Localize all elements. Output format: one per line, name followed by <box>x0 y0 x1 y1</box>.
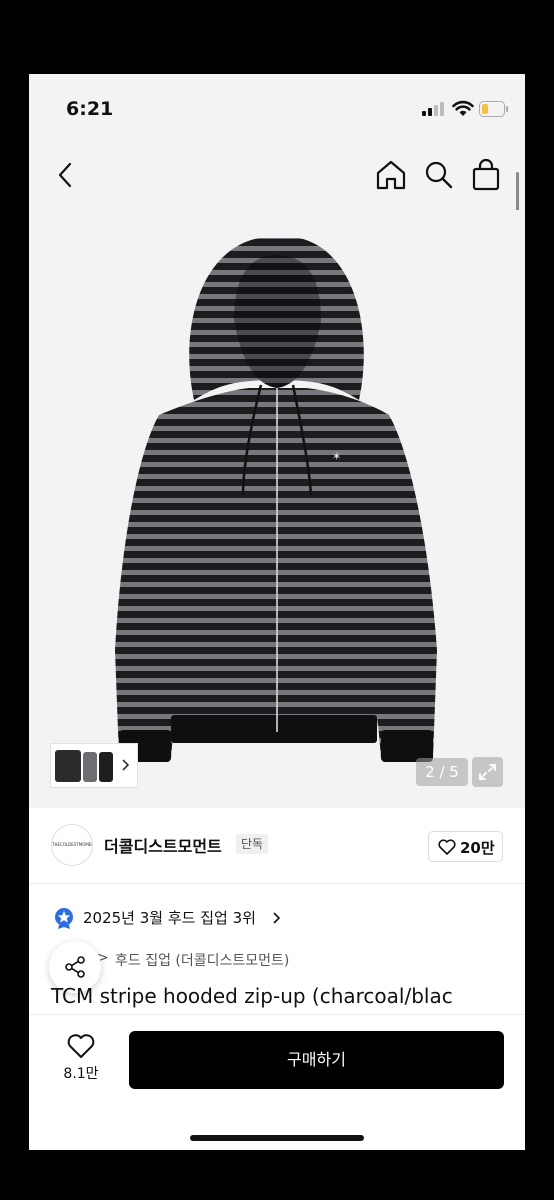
product-title: TCM stripe hooded zip-up (charcoal/blac <box>51 984 453 1008</box>
product-image[interactable]: ✶ 2 / 5 <box>29 210 525 808</box>
heart-icon <box>67 1034 95 1058</box>
search-icon[interactable] <box>424 159 454 191</box>
exclusive-badge: 단독 <box>236 834 269 854</box>
category-breadcrumb[interactable]: 후드 집업 (더콜디스트모먼트) <box>115 950 289 970</box>
heart-icon <box>438 839 456 855</box>
image-counter: 2 / 5 <box>416 758 468 786</box>
top-nav-bar <box>29 144 525 210</box>
cellular-signal-icon <box>422 102 444 116</box>
svg-text:✶: ✶ <box>332 450 341 463</box>
bottom-action-bar: 8.1만 구매하기 <box>29 1014 525 1150</box>
ranking-text: 2025년 3월 후드 집업 3위 <box>83 909 256 927</box>
brand-name[interactable]: 더콜디스트모먼트 <box>104 833 222 857</box>
share-icon <box>65 956 85 978</box>
wifi-icon <box>452 100 474 116</box>
expand-button[interactable] <box>472 757 503 787</box>
brand-logo[interactable]: THECOLDESTMOMENT <box>51 824 93 866</box>
divider <box>29 883 525 884</box>
status-time: 6:21 <box>66 98 114 120</box>
brand-row[interactable]: THECOLDESTMOMENT 더콜디스트모먼트 단독 20만 <box>29 808 525 883</box>
thumbnail-strip[interactable] <box>50 743 138 788</box>
home-icon[interactable] <box>375 159 407 191</box>
status-bar: 6:21 <box>29 74 525 144</box>
bag-icon[interactable] <box>472 158 500 191</box>
wishlist-count: 8.1만 <box>63 1066 99 1082</box>
medal-icon <box>55 908 73 929</box>
battery-icon <box>479 101 508 117</box>
wishlist-button[interactable]: 8.1만 <box>59 1033 103 1083</box>
thumbnail-images <box>55 750 130 782</box>
app-screen: 6:21 ✶ 2 / 5 THECOLDESTMOMENT 더콜디스트모먼트 단… <box>29 74 525 1150</box>
back-icon[interactable] <box>55 160 75 190</box>
chevron-right-icon <box>273 912 281 924</box>
buy-button[interactable]: 구매하기 <box>129 1031 504 1089</box>
brand-like-button[interactable]: 20만 <box>428 831 503 862</box>
home-indicator <box>190 1135 364 1141</box>
brand-like-count: 20만 <box>460 839 495 857</box>
hoodie-image: ✶ <box>115 238 437 762</box>
expand-icon <box>479 764 496 780</box>
